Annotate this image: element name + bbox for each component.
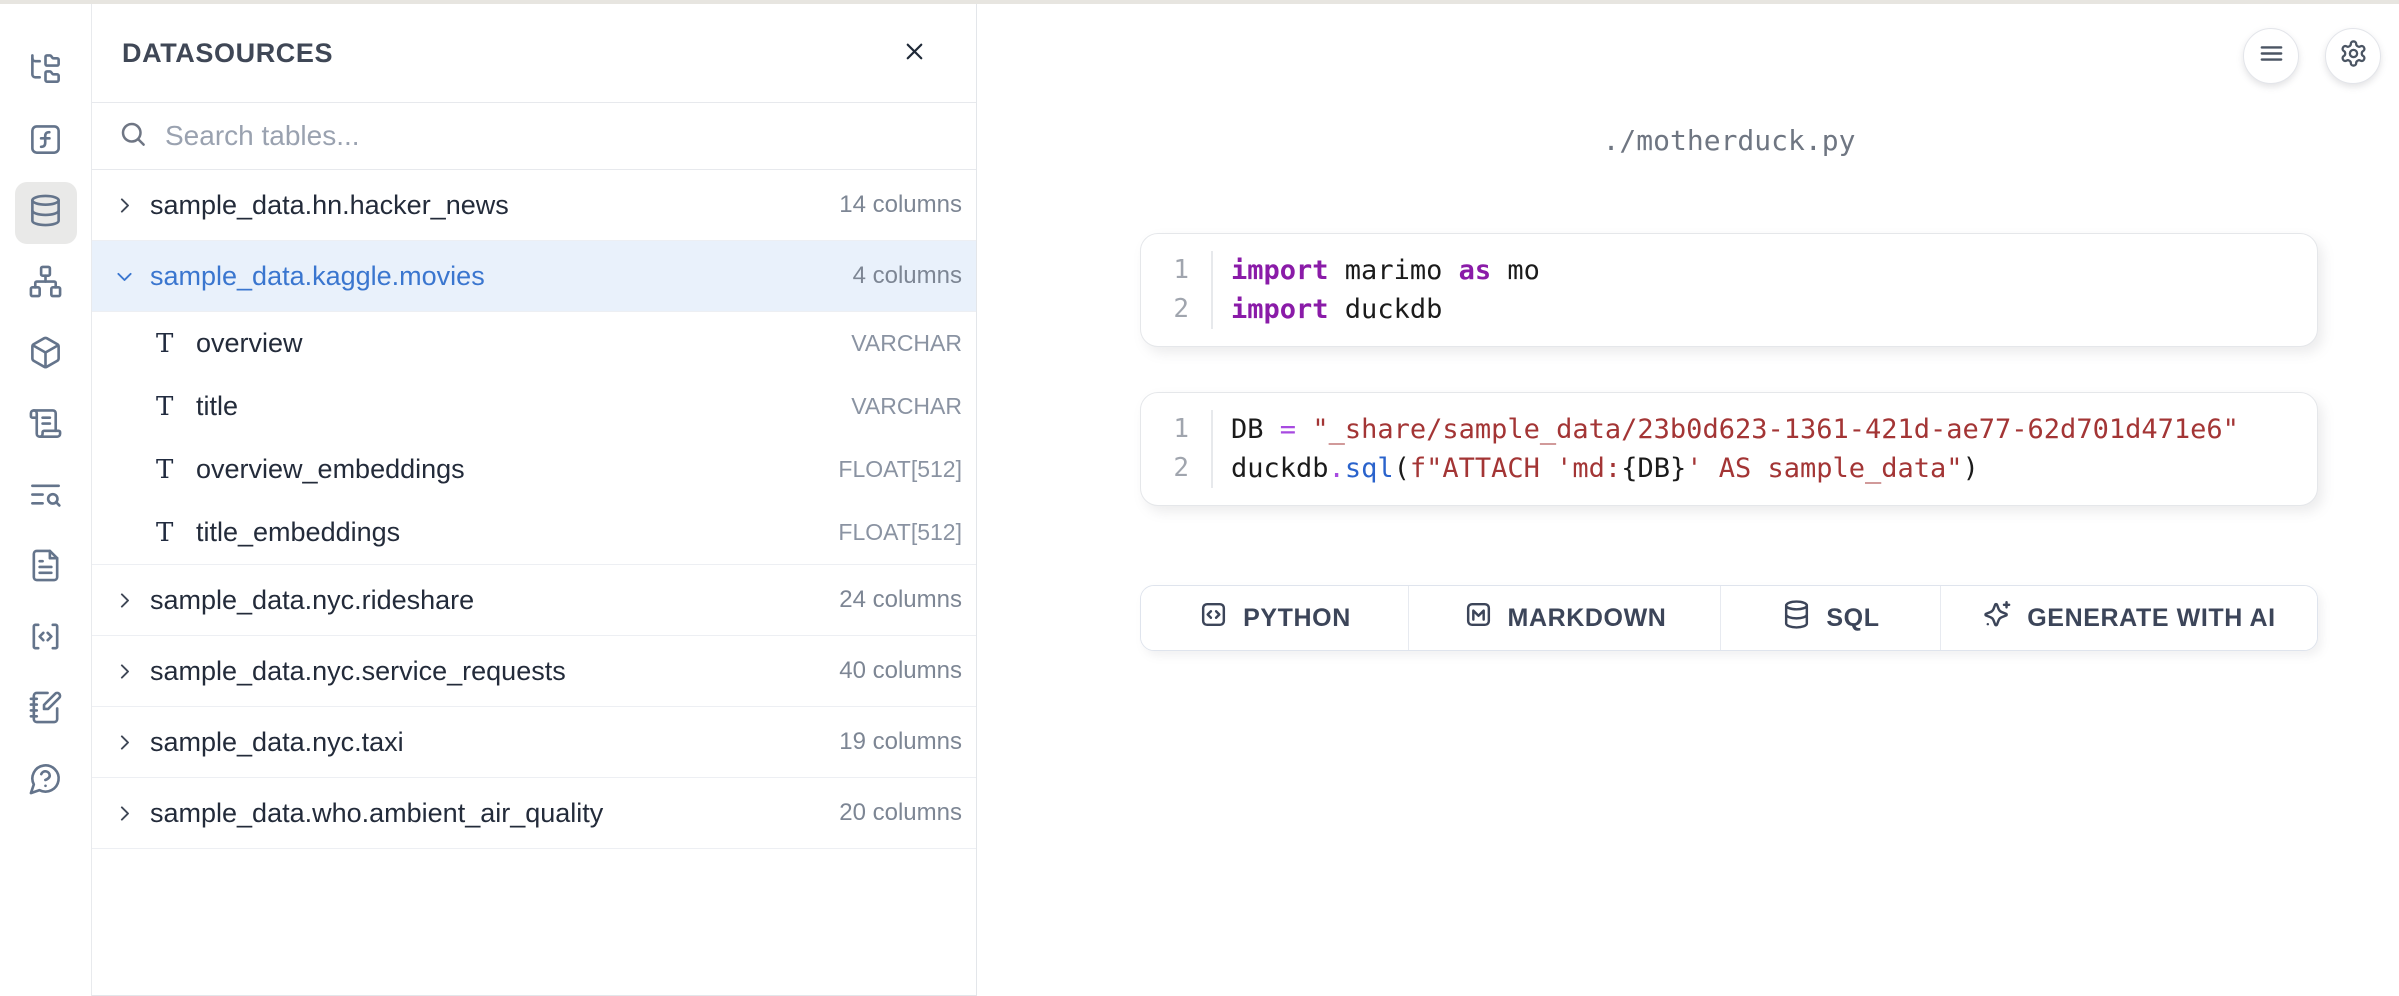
column-count: 20 columns bbox=[839, 799, 962, 827]
sidebar-item-file-explorer[interactable] bbox=[15, 40, 77, 102]
code-editor[interactable]: DB = "_share/sample_data/23b0d623-1361-4… bbox=[1213, 410, 2239, 488]
chevron-right-icon bbox=[114, 732, 150, 753]
search-icon bbox=[118, 119, 148, 154]
notebook-filename[interactable]: ./motherduck.py bbox=[1140, 124, 2318, 157]
column-row[interactable]: T overview_embeddings FLOAT[512] bbox=[92, 438, 976, 501]
table-name: sample_data.nyc.rideshare bbox=[150, 585, 839, 616]
column-name: title bbox=[196, 391, 851, 422]
file-text-icon bbox=[28, 548, 63, 588]
table-name: sample_data.nyc.service_requests bbox=[150, 656, 839, 687]
table-name: sample_data.nyc.taxi bbox=[150, 727, 839, 758]
code-cell[interactable]: 12 DB = "_share/sample_data/23b0d623-136… bbox=[1140, 392, 2318, 506]
box-icon bbox=[28, 335, 63, 375]
column-type: VARCHAR bbox=[851, 393, 962, 420]
function-square-icon bbox=[28, 122, 63, 162]
column-count: 19 columns bbox=[839, 728, 962, 756]
sidebar-item-scratchpad-script[interactable] bbox=[15, 395, 77, 457]
column-name: overview bbox=[196, 328, 851, 359]
close-panel-button[interactable] bbox=[901, 38, 928, 68]
chevron-down-icon bbox=[114, 266, 150, 287]
add-sql-cell-button[interactable]: SQL bbox=[1721, 586, 1941, 650]
table-row[interactable]: sample_data.nyc.taxi 19 columns bbox=[92, 707, 976, 778]
column-row[interactable]: T title VARCHAR bbox=[92, 375, 976, 438]
notebook-menu-button[interactable] bbox=[2243, 28, 2299, 84]
folder-tree-icon bbox=[28, 51, 63, 91]
search-input[interactable] bbox=[165, 120, 976, 152]
add-cell-label: MARKDOWN bbox=[1508, 604, 1667, 633]
add-cell-label: SQL bbox=[1826, 604, 1879, 633]
sidebar-item-dependencies[interactable] bbox=[15, 253, 77, 315]
chevron-right-icon bbox=[114, 195, 150, 216]
sidebar-item-documentation[interactable] bbox=[15, 537, 77, 599]
hamburger-menu-icon bbox=[2257, 39, 2286, 73]
type-text-icon: T bbox=[156, 392, 190, 422]
search-bar bbox=[92, 103, 976, 170]
table-row[interactable]: sample_data.nyc.rideshare 24 columns bbox=[92, 565, 976, 636]
add-cell-toolbar: PYTHON MARKDOWN SQL GENERATE WITH AI bbox=[1140, 585, 2318, 651]
notebook-pen-icon bbox=[28, 690, 63, 730]
table-row-selected[interactable]: sample_data.kaggle.movies 4 columns bbox=[92, 241, 976, 312]
column-row[interactable]: T overview VARCHAR bbox=[92, 312, 976, 375]
markdown-icon bbox=[1463, 599, 1494, 637]
column-list: T overview VARCHAR T title VARCHAR T ove… bbox=[92, 312, 976, 565]
network-icon bbox=[28, 264, 63, 304]
table-name: sample_data.kaggle.movies bbox=[150, 261, 853, 292]
database-icon bbox=[1781, 599, 1812, 637]
column-type: FLOAT[512] bbox=[838, 519, 962, 546]
add-python-cell-button[interactable]: PYTHON bbox=[1141, 586, 1409, 650]
line-numbers: 12 bbox=[1141, 251, 1213, 329]
generate-with-ai-button[interactable]: GENERATE WITH AI bbox=[1941, 586, 2317, 650]
code-editor[interactable]: import marimo as moimport duckdb bbox=[1213, 251, 1540, 329]
column-count: 14 columns bbox=[839, 191, 962, 219]
close-icon bbox=[901, 38, 928, 68]
column-count: 24 columns bbox=[839, 586, 962, 614]
type-text-icon: T bbox=[156, 329, 190, 359]
page-title: DATASOURCES bbox=[122, 38, 333, 69]
table-row[interactable]: sample_data.who.ambient_air_quality 20 c… bbox=[92, 778, 976, 849]
datasources-panel: DATASOURCES sample_data.hn.hacker_news 1… bbox=[92, 4, 977, 996]
table-name: sample_data.who.ambient_air_quality bbox=[150, 798, 839, 829]
gear-icon bbox=[2339, 39, 2368, 73]
scroll-text-icon bbox=[28, 406, 63, 446]
chevron-right-icon bbox=[114, 590, 150, 611]
table-row[interactable]: sample_data.nyc.service_requests 40 colu… bbox=[92, 636, 976, 707]
database-icon bbox=[28, 193, 63, 233]
chevron-right-icon bbox=[114, 803, 150, 824]
chevron-right-icon bbox=[114, 661, 150, 682]
table-row[interactable]: sample_data.hn.hacker_news 14 columns bbox=[92, 170, 976, 241]
type-text-icon: T bbox=[156, 455, 190, 485]
column-type: VARCHAR bbox=[851, 330, 962, 357]
add-markdown-cell-button[interactable]: MARKDOWN bbox=[1409, 586, 1721, 650]
snippets-icon bbox=[28, 619, 63, 659]
column-count: 4 columns bbox=[853, 262, 962, 290]
help-bubble-icon bbox=[28, 761, 63, 801]
settings-button[interactable] bbox=[2325, 28, 2381, 84]
column-name: overview_embeddings bbox=[196, 454, 838, 485]
sidebar-item-help[interactable] bbox=[15, 750, 77, 812]
line-numbers: 12 bbox=[1141, 410, 1213, 488]
column-count: 40 columns bbox=[839, 657, 962, 685]
sidebar-item-scratchpad[interactable] bbox=[15, 679, 77, 741]
panel-header: DATASOURCES bbox=[92, 4, 976, 103]
sidebar-item-snippets[interactable] bbox=[15, 608, 77, 670]
table-name: sample_data.hn.hacker_news bbox=[150, 190, 839, 221]
code-cell[interactable]: 12 import marimo as moimport duckdb bbox=[1140, 233, 2318, 347]
column-row[interactable]: T title_embeddings FLOAT[512] bbox=[92, 501, 976, 564]
list-search-icon bbox=[28, 477, 63, 517]
sidebar-item-logs[interactable] bbox=[15, 466, 77, 528]
sidebar-item-datasources[interactable] bbox=[15, 182, 77, 244]
add-cell-label: PYTHON bbox=[1243, 604, 1351, 633]
tables-tree: sample_data.hn.hacker_news 14 columns sa… bbox=[92, 170, 976, 849]
sidebar-item-functions[interactable] bbox=[15, 111, 77, 173]
add-cell-label: GENERATE WITH AI bbox=[2027, 604, 2275, 633]
sidebar-item-packages[interactable] bbox=[15, 324, 77, 386]
sidebar-icon-rail bbox=[0, 4, 92, 996]
type-text-icon: T bbox=[156, 518, 190, 548]
column-name: title_embeddings bbox=[196, 517, 838, 548]
column-type: FLOAT[512] bbox=[838, 456, 962, 483]
sparkles-icon bbox=[1982, 599, 2013, 637]
code-square-icon bbox=[1198, 599, 1229, 637]
